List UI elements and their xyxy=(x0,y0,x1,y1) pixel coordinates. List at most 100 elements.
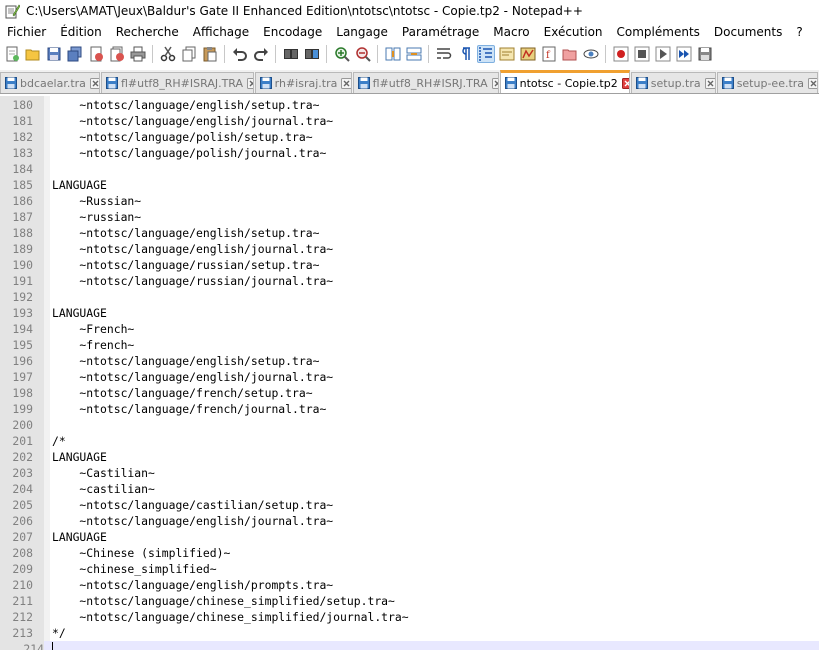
tab-close-icon[interactable] xyxy=(89,77,99,89)
tab-close-icon[interactable] xyxy=(704,77,715,89)
code-line[interactable]: 189 ~ntotsc/language/english/journal.tra… xyxy=(0,241,819,257)
code-line[interactable]: 191 ~ntotsc/language/russian/journal.tra… xyxy=(0,273,819,289)
code-line[interactable]: 207 LANGUAGE xyxy=(0,529,819,545)
code-line[interactable]: 199 ~ntotsc/language/french/journal.tra~ xyxy=(0,401,819,417)
save-button[interactable] xyxy=(45,45,63,63)
tab-close-icon[interactable] xyxy=(808,77,818,89)
show-all-chars-button[interactable] xyxy=(456,45,474,63)
find-button[interactable] xyxy=(282,45,300,63)
code-line[interactable]: 188 ~ntotsc/language/english/setup.tra~ xyxy=(0,225,819,241)
notepad-plus-plus-window: C:\Users\AMAT\Jeux\Baldur's Gate II Enha… xyxy=(0,0,819,650)
menu-item-8[interactable]: Exécution xyxy=(537,25,610,39)
menu-item-10[interactable]: Documents xyxy=(707,25,789,39)
code-line[interactable]: 194 ~French~ xyxy=(0,321,819,337)
print-button[interactable] xyxy=(129,45,147,63)
code-line[interactable]: 212 ~ntotsc/language/chinese_simplified/… xyxy=(0,609,819,625)
record-macro-button[interactable] xyxy=(612,45,630,63)
code-editor[interactable]: 180 ~ntotsc/language/english/setup.tra~ 1… xyxy=(0,96,819,650)
tab-file[interactable]: bdcaelar.tra xyxy=(0,72,100,93)
code-line[interactable]: 200 xyxy=(0,417,819,433)
line-number: 200 xyxy=(12,418,33,432)
zoom-in-button[interactable] xyxy=(333,45,351,63)
document-map-button[interactable] xyxy=(519,45,537,63)
code-line[interactable]: 197 ~ntotsc/language/english/journal.tra… xyxy=(0,369,819,385)
line-text: */ xyxy=(52,626,66,640)
stop-macro-button[interactable] xyxy=(633,45,651,63)
monitoring-button[interactable] xyxy=(582,45,600,63)
code-line[interactable]: 205 ~ntotsc/language/castilian/setup.tra… xyxy=(0,497,819,513)
code-line[interactable]: 203 ~Castilian~ xyxy=(0,465,819,481)
tab-file[interactable]: fl#utf8_RH#ISRJ.TRA xyxy=(352,72,499,93)
tab-file[interactable]: fl#utf8_RH#ISRAJ.TRA xyxy=(100,72,254,93)
paste-button[interactable] xyxy=(201,45,219,63)
code-line[interactable]: 193 LANGUAGE xyxy=(0,305,819,321)
tab-close-icon[interactable] xyxy=(247,77,253,89)
code-line[interactable]: 208 ~Chinese (simplified)~ xyxy=(0,545,819,561)
menu-item-1[interactable]: Édition xyxy=(53,25,109,39)
code-line[interactable]: 198 ~ntotsc/language/french/setup.tra~ xyxy=(0,385,819,401)
close-all-button[interactable] xyxy=(108,45,126,63)
code-line[interactable]: 181 ~ntotsc/language/english/journal.tra… xyxy=(0,113,819,129)
menu-item-5[interactable]: Langage xyxy=(329,25,395,39)
code-line[interactable]: 206 ~ntotsc/language/english/journal.tra… xyxy=(0,513,819,529)
open-file-button[interactable] xyxy=(24,45,42,63)
save-all-button[interactable] xyxy=(66,45,84,63)
menu-item-9[interactable]: Compléments xyxy=(610,25,707,39)
tab-file[interactable]: ntotsc - Copie.tp2 xyxy=(499,70,630,93)
new-file-button[interactable] xyxy=(3,45,21,63)
code-line[interactable]: 184 xyxy=(0,161,819,177)
line-text: ~french~ xyxy=(52,338,135,352)
cut-button[interactable] xyxy=(159,45,177,63)
menu-item-6[interactable]: Paramétrage xyxy=(395,25,486,39)
zoom-out-button[interactable] xyxy=(354,45,372,63)
word-wrap-button[interactable] xyxy=(435,45,453,63)
sync-horizontal-button[interactable] xyxy=(405,45,423,63)
redo-button[interactable] xyxy=(252,45,270,63)
print-icon xyxy=(130,46,146,62)
code-line[interactable]: 186 ~Russian~ xyxy=(0,193,819,209)
undo-button[interactable] xyxy=(231,45,249,63)
code-line[interactable]: 187 ~russian~ xyxy=(0,209,819,225)
menu-item-2[interactable]: Recherche xyxy=(109,25,186,39)
tab-file[interactable]: rh#israj.tra xyxy=(254,72,352,93)
menu-item-7[interactable]: Macro xyxy=(486,25,536,39)
sync-vertical-button[interactable] xyxy=(384,45,402,63)
code-line[interactable]: 185 LANGUAGE xyxy=(0,177,819,193)
code-line[interactable]: 214 xyxy=(0,641,819,650)
code-line[interactable]: 204 ~castilian~ xyxy=(0,481,819,497)
zoom-in-icon xyxy=(334,46,350,62)
user-defined-language-button[interactable] xyxy=(498,45,516,63)
menu-item-0[interactable]: Fichier xyxy=(0,25,53,39)
code-line[interactable]: 209 ~chinese_simplified~ xyxy=(0,561,819,577)
code-line[interactable]: 180 ~ntotsc/language/english/setup.tra~ xyxy=(0,97,819,113)
code-line[interactable]: 192 xyxy=(0,289,819,305)
code-line[interactable]: 190 ~ntotsc/language/russian/setup.tra~ xyxy=(0,257,819,273)
tab-file[interactable]: setup.tra xyxy=(630,72,716,93)
run-macro-multiple-button[interactable] xyxy=(675,45,693,63)
tab-close-icon[interactable] xyxy=(341,77,351,89)
menu-item-3[interactable]: Affichage xyxy=(186,25,256,39)
tab-file[interactable]: setup-ee.tra xyxy=(716,72,819,93)
code-line[interactable]: 211 ~ntotsc/language/chinese_simplified/… xyxy=(0,593,819,609)
play-macro-button[interactable] xyxy=(654,45,672,63)
copy-button[interactable] xyxy=(180,45,198,63)
title-bar[interactable]: C:\Users\AMAT\Jeux\Baldur's Gate II Enha… xyxy=(0,0,819,22)
code-line[interactable]: 196 ~ntotsc/language/english/setup.tra~ xyxy=(0,353,819,369)
code-line[interactable]: 210 ~ntotsc/language/english/prompts.tra… xyxy=(0,577,819,593)
code-line[interactable]: 182 ~ntotsc/language/polish/setup.tra~ xyxy=(0,129,819,145)
code-line[interactable]: 213 */ xyxy=(0,625,819,641)
tab-close-icon[interactable] xyxy=(491,77,498,89)
code-line[interactable]: 201 /* xyxy=(0,433,819,449)
indent-guide-button[interactable] xyxy=(477,45,495,63)
code-line[interactable]: 202 LANGUAGE xyxy=(0,449,819,465)
tab-close-icon[interactable] xyxy=(621,77,629,89)
save-macro-button[interactable] xyxy=(696,45,714,63)
menu-item-4[interactable]: Encodage xyxy=(256,25,329,39)
code-line[interactable]: 195 ~french~ xyxy=(0,337,819,353)
function-list-button[interactable]: f xyxy=(540,45,558,63)
replace-button[interactable] xyxy=(303,45,321,63)
menu-item-11[interactable]: ? xyxy=(789,25,809,39)
code-line[interactable]: 183 ~ntotsc/language/polish/journal.tra~ xyxy=(0,145,819,161)
folder-as-workspace-button[interactable] xyxy=(561,45,579,63)
close-button[interactable] xyxy=(87,45,105,63)
